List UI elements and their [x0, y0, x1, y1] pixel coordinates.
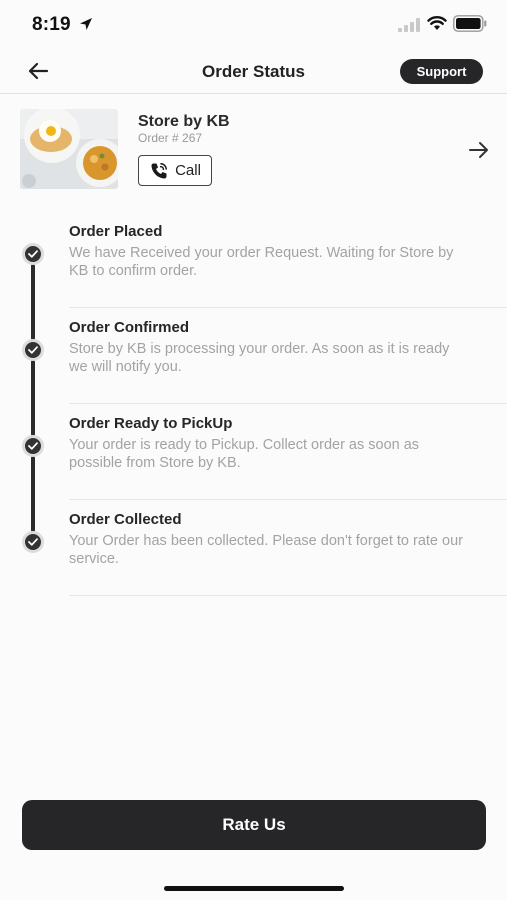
store-details-button[interactable]	[466, 139, 492, 161]
step-description: Store by KB is processing your order. As…	[69, 341, 450, 375]
location-arrow-icon	[80, 18, 92, 30]
battery-icon	[453, 15, 487, 32]
order-timeline: Order Placed We have Received your order…	[0, 212, 507, 596]
store-food-image	[20, 109, 118, 189]
phone-icon	[151, 162, 168, 178]
step-title: Order Collected	[69, 511, 182, 528]
status-time: 8:19	[32, 14, 71, 35]
step-description: Your order is ready to Pickup. Collect o…	[69, 437, 420, 471]
nav-bar: Order Status Support	[0, 50, 507, 94]
timeline-step-order-confirmed: Order Confirmed Store by KB is processin…	[69, 308, 507, 404]
timeline-connector	[31, 360, 35, 436]
store-name: Store by KB	[138, 113, 230, 130]
step-completed-check-icon	[22, 243, 44, 265]
step-completed-check-icon	[22, 531, 44, 553]
call-button[interactable]: Call	[138, 155, 212, 186]
home-indicator[interactable]	[164, 886, 344, 891]
timeline-connector	[31, 456, 35, 532]
step-completed-check-icon	[22, 435, 44, 457]
step-description: Your Order has been collected. Please do…	[69, 533, 463, 567]
support-button[interactable]: Support	[400, 59, 483, 84]
timeline-step-order-ready: Order Ready to PickUp Your order is read…	[69, 404, 507, 500]
step-description: We have Received your order Request. Wai…	[69, 245, 454, 279]
step-title: Order Placed	[69, 223, 163, 240]
store-card[interactable]: Store by KB Order # 267 Call	[0, 95, 507, 200]
timeline-connector	[31, 264, 35, 340]
status-bar: 8:19	[0, 0, 507, 50]
arrow-right-icon	[469, 142, 488, 158]
step-completed-check-icon	[22, 339, 44, 361]
order-number: Order # 267	[138, 131, 203, 145]
rate-us-button[interactable]: Rate Us	[22, 800, 486, 850]
call-label: Call	[175, 162, 201, 179]
timeline-step-order-placed: Order Placed We have Received your order…	[69, 212, 507, 308]
wifi-icon	[427, 16, 447, 30]
step-title: Order Ready to PickUp	[69, 415, 233, 432]
signal-bars-icon	[398, 18, 420, 32]
step-title: Order Confirmed	[69, 319, 190, 336]
timeline-step-order-collected: Order Collected Your Order has been coll…	[69, 500, 507, 596]
